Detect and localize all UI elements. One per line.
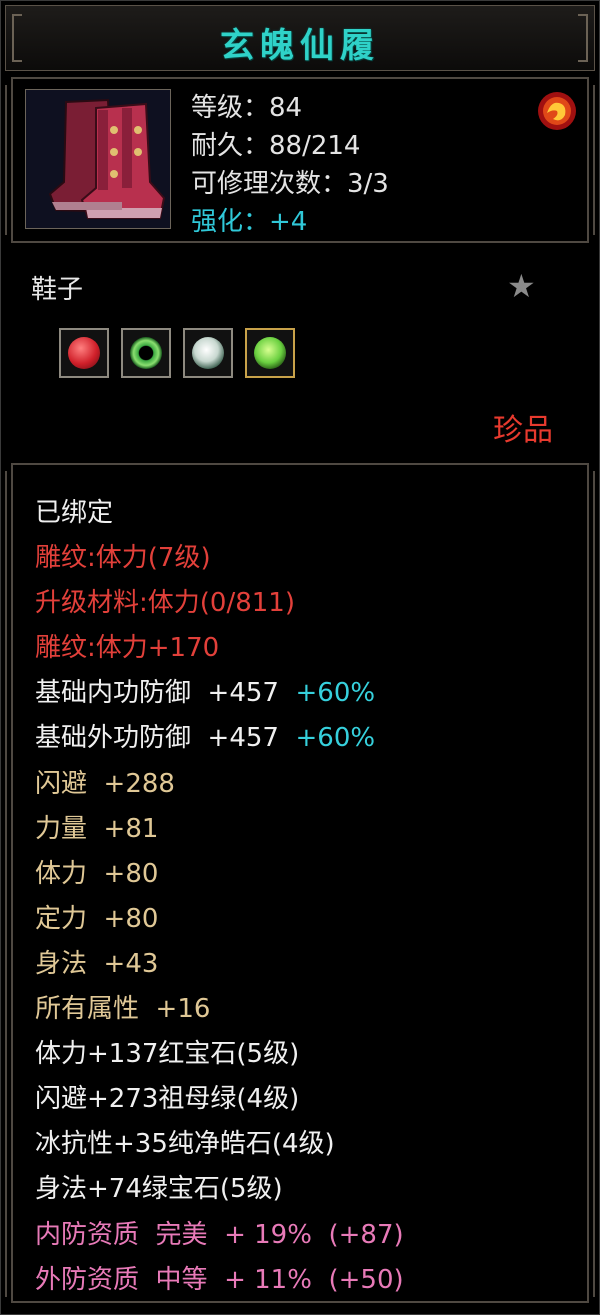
item-tooltip: 玄魄仙履 等级：84 耐久：88/214 可修理次数：3/3 强化：+4 鞋子 … [0, 0, 600, 1315]
quality-value: + 19% [224, 1219, 312, 1250]
stat-value: +80 [103, 858, 159, 889]
stat-label: 力量 [35, 813, 88, 844]
stat-label: 定力 [35, 903, 88, 934]
outer-defense-quality: 外防资质 中等 + 11% (+50) [35, 1258, 404, 1303]
stat-label: 闪避 [35, 768, 88, 799]
quality-value: + 11% [224, 1264, 312, 1295]
fire-emblem-icon [535, 89, 579, 133]
gem-stat-row: 身法+74绿宝石(5级) [35, 1174, 283, 1205]
stat-value: +288 [103, 768, 175, 799]
boots-icon [25, 89, 171, 229]
stat-row: 力量 +81 [35, 807, 404, 852]
item-level: 等级：84 [191, 93, 303, 123]
green-gem-icon [254, 337, 286, 369]
stat-value: +80 [103, 903, 159, 934]
item-durability: 耐久：88/214 [191, 131, 361, 161]
gem-sockets [59, 328, 295, 378]
outer-defense-bonus: +60% [295, 723, 376, 754]
inner-defense-label: 基础内功防御 [35, 678, 192, 709]
diamond-gem-icon [192, 337, 224, 369]
quality-grade: 中等 [155, 1264, 208, 1295]
favorite-star-icon[interactable]: ★ [507, 267, 536, 305]
inner-defense-quality: 内防资质 完美 + 19% (+87) [35, 1213, 404, 1258]
stat-row: 定力 +80 [35, 897, 404, 942]
gem-socket-3[interactable] [183, 328, 233, 378]
item-basic-stats: 等级：84 耐久：88/214 可修理次数：3/3 强化：+4 [191, 89, 389, 241]
gem-socket-1[interactable] [59, 328, 109, 378]
stat-row: 闪避 +288 [35, 762, 404, 807]
quality-label: 内防资质 [35, 1219, 140, 1250]
bound-status: 已绑定 [35, 498, 114, 528]
attributes-list: 已绑定 雕纹:体力(7级) 升级材料:体力(0/811) 雕纹:体力+170 基… [35, 491, 404, 1303]
item-repair-count: 可修理次数：3/3 [191, 169, 389, 199]
stat-row: 所有属性 +16 [35, 987, 404, 1032]
gem-stat-row: 体力+137红宝石(5级) [35, 1039, 300, 1070]
inner-defense: 基础内功防御 +457 +60% [35, 671, 404, 716]
outer-defense-label: 基础外功防御 [35, 723, 192, 754]
outer-defense: 基础外功防御 +457 +60% [35, 716, 404, 761]
attributes-panel: 已绑定 雕纹:体力(7级) 升级材料:体力(0/811) 雕纹:体力+170 基… [5, 463, 595, 1303]
ruby-gem-icon [68, 337, 100, 369]
quality-grade: 完美 [155, 1219, 208, 1250]
jade-ring-gem-icon [130, 337, 162, 369]
gem-socket-2[interactable] [121, 328, 171, 378]
stat-label: 身法 [35, 948, 88, 979]
stat-value: +16 [155, 994, 211, 1025]
stat-row: 体力 +80 [35, 852, 404, 897]
item-type: 鞋子 [31, 275, 84, 305]
quality-extra: (+50) [328, 1264, 404, 1295]
engrave-bonus: 雕纹:体力+170 [35, 633, 220, 664]
stat-value: +81 [103, 813, 159, 844]
title-bar: 玄魄仙履 [5, 5, 595, 71]
quality-label: 外防资质 [35, 1264, 140, 1295]
item-header: 等级：84 耐久：88/214 可修理次数：3/3 强化：+4 [5, 77, 595, 243]
item-enhance-level: 强化：+4 [191, 207, 308, 237]
stat-row: 身法 +43 [35, 942, 404, 987]
rarity-label: 珍品 [493, 413, 553, 448]
stat-value: +43 [103, 948, 159, 979]
stat-label: 所有属性 [35, 994, 140, 1025]
gem-stat-row: 冰抗性+35纯净皓石(4级) [35, 1129, 335, 1160]
item-name: 玄魄仙履 [220, 26, 380, 66]
stat-label: 体力 [35, 858, 88, 889]
upgrade-material: 升级材料:体力(0/811) [35, 588, 295, 619]
inner-defense-value: +457 [207, 678, 279, 709]
quality-extra: (+87) [328, 1219, 404, 1250]
gem-socket-4[interactable] [245, 328, 295, 378]
gem-stat-row: 闪避+273祖母绿(4级) [35, 1084, 300, 1115]
inner-defense-bonus: +60% [295, 678, 376, 709]
outer-defense-value: +457 [207, 723, 279, 754]
engrave-level: 雕纹:体力(7级) [35, 543, 211, 574]
